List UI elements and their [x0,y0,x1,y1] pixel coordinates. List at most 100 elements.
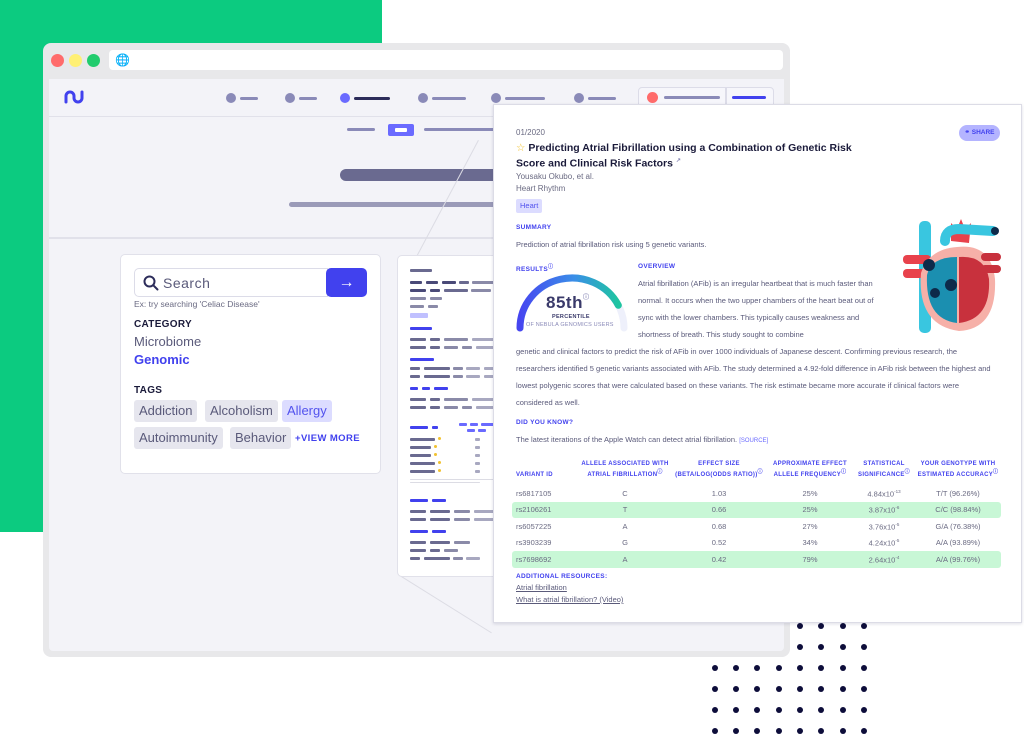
search-field[interactable] [134,268,328,297]
table-row: rs7698692 A 0.42 79% 2.64x10-4 A/A (99.76%) [512,551,1001,568]
report-detail-card: 01/2020 ⚭ SHARE ☆ Predicting Atrial Fibr… [493,104,1022,623]
report-tag[interactable]: Heart [516,199,543,213]
frequency-cell: 79% [767,551,853,568]
col-effect-size: EFFECT SIZE (BETA/LOG(ODDS RATIO))ⓘ [675,461,763,478]
heart-illustration-icon [903,219,1001,333]
decorative-dot [733,707,739,713]
allele-cell: G [622,538,628,548]
tag-alcoholism[interactable]: Alcoholism [205,400,278,422]
report-title-text: Predicting Atrial Fibrillation using a C… [516,142,852,170]
decorative-dot [861,728,867,734]
subnav-tab-1[interactable] [347,128,375,131]
decorative-dot [797,665,803,671]
decorative-dot [712,686,718,692]
tag-allergy-active[interactable]: Allergy [282,400,332,422]
table-header-row: VARIANT ID ALLELE ASSOCIATED WITH ATRIAL… [512,458,1001,485]
account-button[interactable] [732,96,766,99]
percentile-value: 85thⓘ [546,293,590,312]
decorative-dot [861,686,867,692]
decorative-dot [733,686,739,692]
source-link[interactable]: [SOURCE] [739,438,768,444]
decorative-dot [840,707,846,713]
percentile-population: OF NEBULA GENOMICS USERS [526,322,614,328]
category-microbiome[interactable]: Microbiome [134,334,201,349]
publication-date: 01/2020 [516,128,545,137]
decorative-dot [818,707,824,713]
close-window-button[interactable] [51,54,64,67]
table-row: rs6057225 A 0.68 27% 3.76x10-5 G/A (76.38%) [512,518,1001,535]
overview-text-part2: genetic and clinical factors to predict … [516,347,991,407]
frequency-cell: 25% [767,501,853,518]
col-allele-frequency: APPROXIMATE EFFECT ALLELE FREQUENCYⓘ [773,461,847,478]
allele-cell: T [579,501,671,518]
col-genotype: YOUR GENOTYPE WITH ESTIMATED ACCURACYⓘ [917,461,999,478]
decorative-dot [754,728,760,734]
allele-cell: C [622,488,628,498]
share-icon: ⚭ [964,129,972,136]
decorative-dot [733,665,739,671]
external-link-icon[interactable]: ↗ [676,158,681,164]
frequency-cell: 34% [802,538,818,548]
decorative-dot [861,644,867,650]
report-thumbnail[interactable] [397,255,501,577]
decorative-dot [776,686,782,692]
decorative-dot [797,728,803,734]
effect-size-cell: 0.42 [671,551,767,568]
genotype-cell: C/C (98.84%) [915,501,1001,518]
tag-autoimmunity[interactable]: Autoimmunity [134,427,223,449]
did-you-know-heading: DID YOU KNOW? [516,419,574,426]
decorative-dot [712,728,718,734]
address-bar[interactable]: 🌐 [109,50,783,70]
resource-link-video[interactable]: What is atrial fibrillation? (Video) [516,595,623,604]
resource-link-afib[interactable]: Atrial fibrillation [516,583,567,592]
summary-heading: SUMMARY [516,224,552,231]
share-label: SHARE [971,129,995,136]
significance-cell: 4.24x10-5 [868,538,900,548]
overview-text-part1: Atrial fibrillation (AFib) is an irregul… [638,279,874,339]
col-allele: ALLELE ASSOCIATED WITH ATRIAL FIBRILLATI… [581,461,669,478]
share-button[interactable]: ⚭ SHARE [959,125,1000,141]
search-submit-button[interactable]: → [326,268,367,297]
table-row: rs3903239 G 0.52 34% 4.24x10-5 A/A (93.89%) [512,535,1001,552]
effect-size-cell: 0.68 [711,521,727,531]
significance-cell: 3.87x10-6 [853,501,915,518]
notification-dot [647,92,658,103]
decorative-dot [754,686,760,692]
decorative-dot [797,707,803,713]
decorative-dot [797,644,803,650]
decorative-dot [861,623,867,629]
view-more-tags-link[interactable]: +VIEW MORE [295,433,360,444]
genotype-cell: A/A (93.89%) [935,538,981,548]
category-genomic-active[interactable]: Genomic [134,352,190,367]
effect-size-cell: 0.52 [711,538,727,548]
allele-cell: A [579,551,671,568]
globe-icon: 🌐 [115,53,130,67]
tags-heading: TAGS [134,385,163,396]
decorative-dot [840,728,846,734]
decorative-dot [818,644,824,650]
tag-addiction[interactable]: Addiction [134,400,198,422]
allele-cell: A [622,521,628,531]
info-icon[interactable]: ⓘ [583,295,590,301]
col-variant-id: VARIANT ID [516,472,553,478]
report-journal: Heart Rhythm [516,184,566,193]
variants-table: VARIANT ID ALLELE ASSOCIATED WITH ATRIAL… [512,458,1001,568]
variant-id-cell: rs6817105 [516,488,552,498]
decorative-dot [754,707,760,713]
minimize-window-button[interactable] [69,54,82,67]
favorite-star-icon[interactable]: ☆ [516,142,525,154]
maximize-window-button[interactable] [87,54,100,67]
subnav-tab-2-active[interactable] [388,124,414,136]
resources-heading: ADDITIONAL RESOURCES: [516,573,608,580]
decorative-dot [797,623,803,629]
decorative-dot [818,728,824,734]
section-divider [49,237,529,239]
search-input[interactable] [163,273,323,292]
did-you-know-text: The latest iterations of the Apple Watch… [516,435,769,444]
nebula-logo-icon[interactable] [64,89,84,105]
tag-behavior[interactable]: Behavior [230,427,292,449]
decorative-dot [818,623,824,629]
significance-cell: 2.64x10-4 [853,551,915,568]
info-icon[interactable]: ⓘ [548,264,553,270]
decorative-dot [840,644,846,650]
